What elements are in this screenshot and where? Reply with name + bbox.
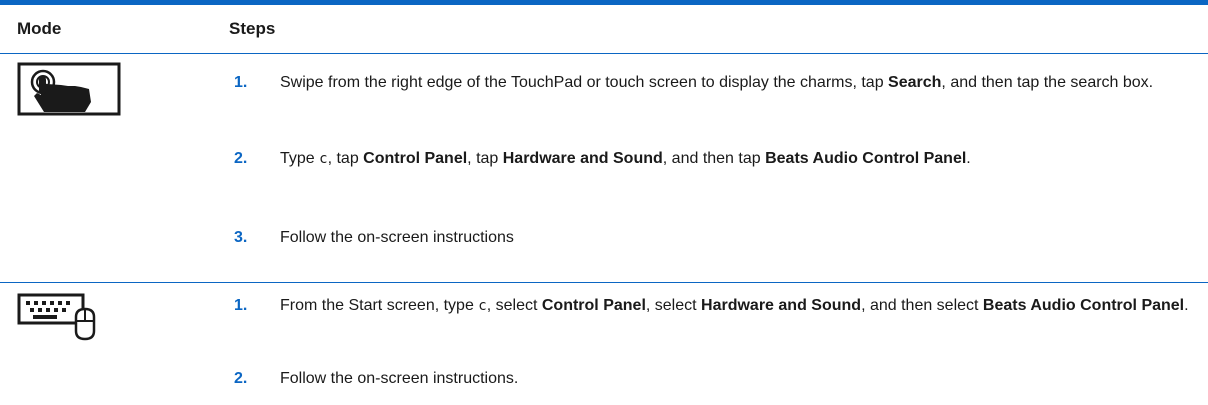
table-row-keyboard: 1. From the Start screen, type c, select… xyxy=(0,283,1208,402)
keyboard-step-1: 1. From the Start screen, type c, select… xyxy=(234,293,1194,319)
step-bold: Beats Audio Control Panel xyxy=(982,297,1185,314)
step-number: 3. xyxy=(234,229,248,246)
step-code: c xyxy=(478,298,487,314)
header-mode: Mode xyxy=(17,19,62,38)
step-number: 1. xyxy=(234,74,248,91)
keyboard-mouse-icon xyxy=(17,293,107,346)
touch-step-2: 2. Type c, tap Control Panel, tap Hardwa… xyxy=(234,146,1194,172)
step-text: , select xyxy=(486,297,542,314)
step-bold: Control Panel xyxy=(541,297,646,314)
touch-step-3: 3. Follow the on-screen instructions xyxy=(234,225,1194,251)
step-text: , and then tap the search box. xyxy=(941,74,1154,91)
step-text: , tap xyxy=(467,150,503,167)
step-text: Follow the on-screen instructions. xyxy=(280,370,519,387)
step-number: 2. xyxy=(234,150,248,167)
step-bold: Beats Audio Control Panel xyxy=(765,150,967,167)
keyboard-step-2: 2. Follow the on-screen instructions. xyxy=(234,366,1194,392)
instructions-table: Mode Steps 1. Swipe from the right edge … xyxy=(0,0,1208,402)
step-code: c xyxy=(319,151,328,167)
step-text: Type xyxy=(280,150,320,167)
touch-gesture-icon xyxy=(17,62,121,121)
step-text: , and then select xyxy=(861,297,983,314)
step-text: , tap xyxy=(327,150,364,167)
step-bold: Hardware and Sound xyxy=(502,150,663,167)
header-steps: Steps xyxy=(229,19,276,38)
step-text: From the Start screen, type xyxy=(280,297,479,314)
step-number: 2. xyxy=(234,370,248,387)
step-text: Follow the on-screen instructions xyxy=(280,229,514,246)
step-number: 1. xyxy=(234,297,248,314)
step-text: . xyxy=(966,150,971,167)
touch-step-1: 1. Swipe from the right edge of the Touc… xyxy=(234,70,1194,96)
table-header: Mode Steps xyxy=(0,5,1208,53)
step-bold: Control Panel xyxy=(363,150,468,167)
step-text: , and then tap xyxy=(662,150,766,167)
step-text: , select xyxy=(645,297,702,314)
step-text: Swipe from the right edge of the TouchPa… xyxy=(280,74,889,91)
step-bold: Search xyxy=(888,74,942,91)
step-bold: Hardware and Sound xyxy=(701,297,862,314)
table-row-touch: 1. Swipe from the right edge of the Touc… xyxy=(0,54,1208,282)
step-text: . xyxy=(1184,297,1189,314)
